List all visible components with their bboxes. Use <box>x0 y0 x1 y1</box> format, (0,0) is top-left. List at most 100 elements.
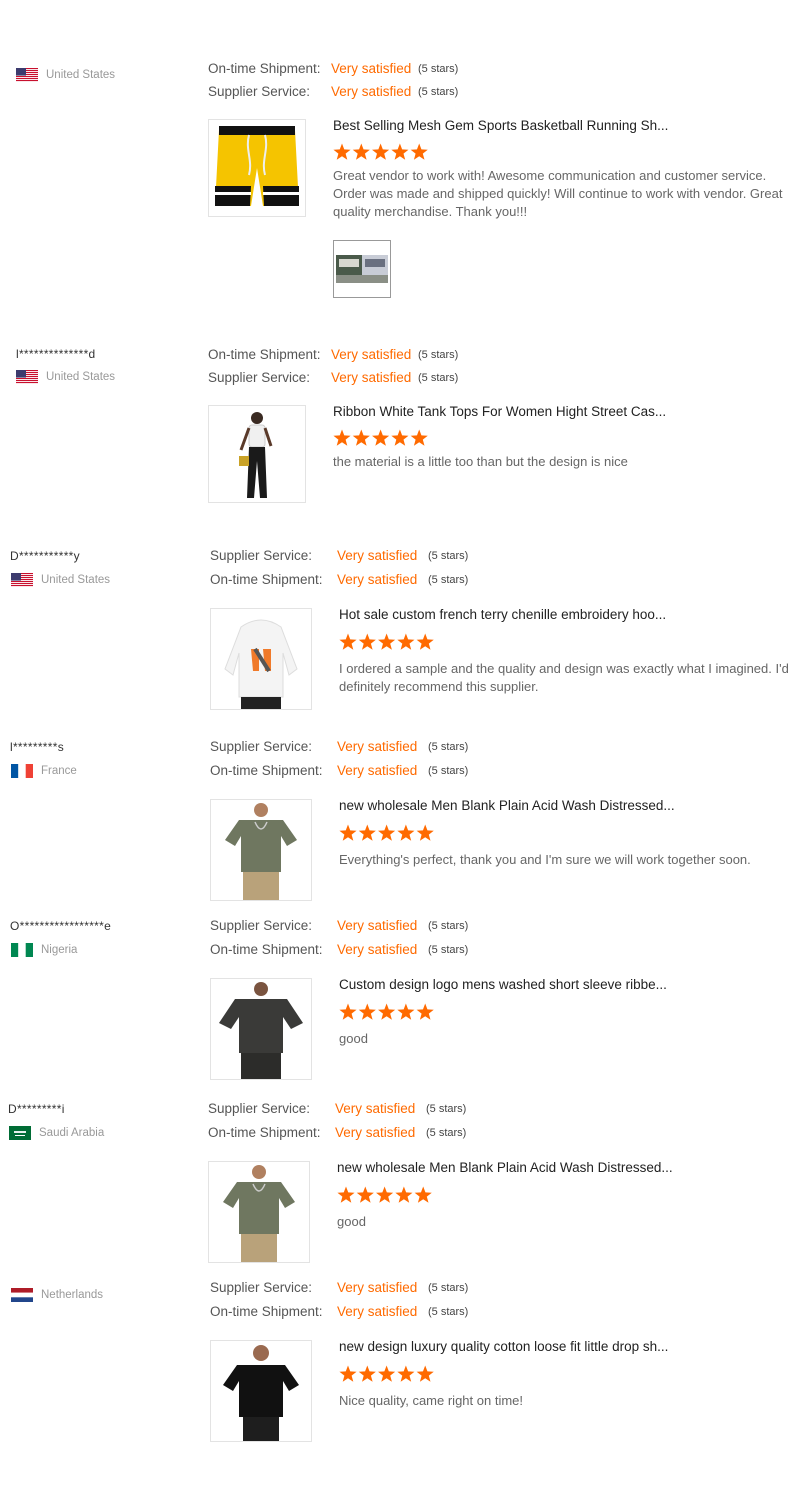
reviewer-name: O*****************e <box>10 919 112 933</box>
product-photo-icon <box>211 1341 311 1441</box>
rating-stars-text: (5 stars) <box>426 1103 467 1115</box>
rating-label: On-time Shipment: <box>210 942 323 957</box>
review-comment: Nice quality, came right on time! <box>339 1393 523 1408</box>
rating-line: Supplier Service: Very satisfied (5 star… <box>208 1101 466 1116</box>
star-icon <box>333 143 351 160</box>
rating-value: Very satisfied <box>337 763 418 778</box>
review-comment: I ordered a sample and the quality and d… <box>339 661 789 694</box>
product-image[interactable] <box>208 119 306 217</box>
rating-value: Very satisfied <box>337 572 418 587</box>
product-title-link[interactable]: Ribbon White Tank Tops For Women Hight S… <box>333 404 666 419</box>
product-image[interactable] <box>210 978 312 1080</box>
star-icon <box>358 1003 376 1020</box>
product-image[interactable] <box>210 608 312 710</box>
rating-value: Very satisfied <box>331 84 412 99</box>
rating-label: Supplier Service: <box>210 548 313 563</box>
review-comment: the material is a little too than but th… <box>333 454 628 469</box>
rating-label: On-time Shipment: <box>208 1125 321 1140</box>
product-title-link[interactable]: Custom design logo mens washed short sle… <box>339 977 667 992</box>
rating-line: Supplier Service: Very satisfied (5 star… <box>210 918 468 933</box>
rating-line: On-time Shipment: Very satisfied (5 star… <box>208 1125 466 1140</box>
rating-stars-text: (5 stars) <box>428 1306 469 1318</box>
star-rating <box>333 143 428 160</box>
rating-stars-text: (5 stars) <box>428 920 469 932</box>
rating-label: Supplier Service: <box>210 918 313 933</box>
star-icon <box>337 1186 355 1203</box>
reviewer-country: United States <box>46 371 116 383</box>
rating-value: Very satisfied <box>337 918 418 933</box>
rating-label: On-time Shipment: <box>210 1304 323 1319</box>
rating-value: Very satisfied <box>331 347 412 362</box>
product-title-link[interactable]: Best Selling Mesh Gem Sports Basketball … <box>333 118 668 133</box>
rating-value: Very satisfied <box>335 1125 416 1140</box>
product-photo-icon <box>211 800 311 900</box>
rating-label: On-time Shipment: <box>210 572 323 587</box>
star-icon <box>339 824 357 841</box>
star-rating <box>339 824 434 841</box>
product-image[interactable] <box>210 1340 312 1442</box>
star-icon <box>397 1365 415 1382</box>
photo-icon <box>334 241 390 297</box>
rating-value: Very satisfied <box>337 942 418 957</box>
rating-value: Very satisfied <box>331 61 412 76</box>
rating-value: Very satisfied <box>331 370 412 385</box>
rating-line: On-time Shipment: Very satisfied (5 star… <box>210 1304 468 1319</box>
star-icon <box>414 1186 432 1203</box>
review-comment: Great vendor to work with! Awesome commu… <box>333 168 783 219</box>
rating-line: On-time Shipment: Very satisfied (5 star… <box>210 572 468 587</box>
rating-label: Supplier Service: <box>208 84 311 99</box>
star-icon <box>397 824 415 841</box>
star-rating <box>333 429 428 446</box>
star-icon <box>416 824 434 841</box>
product-photo-icon <box>209 1162 309 1262</box>
flag-nl-icon <box>11 1288 33 1302</box>
product-title-link[interactable]: new wholesale Men Blank Plain Acid Wash … <box>339 798 675 813</box>
reviewer-country: Netherlands <box>41 1289 104 1301</box>
rating-stars-text: (5 stars) <box>418 349 459 361</box>
star-icon <box>358 1365 376 1382</box>
star-icon <box>416 633 434 650</box>
product-image[interactable] <box>208 405 306 503</box>
rating-label: Supplier Service: <box>210 1280 313 1295</box>
product-image[interactable] <box>208 1161 310 1263</box>
rating-line: On-time Shipment: Very satisfied (5 star… <box>210 763 468 778</box>
star-icon <box>352 143 370 160</box>
rating-stars-text: (5 stars) <box>418 86 459 98</box>
star-icon <box>378 1003 396 1020</box>
rating-stars-text: (5 stars) <box>428 765 469 777</box>
star-icon <box>378 1365 396 1382</box>
reviewer-country: Nigeria <box>41 944 78 956</box>
product-title-link[interactable]: Hot sale custom french terry chenille em… <box>339 607 666 622</box>
star-icon <box>372 429 390 446</box>
product-photo-icon <box>209 120 305 216</box>
reviewer-name: l*********s <box>10 740 64 754</box>
rating-line: Supplier Service: Very satisfied (5 star… <box>208 370 458 385</box>
star-icon <box>391 143 409 160</box>
rating-value: Very satisfied <box>335 1101 416 1116</box>
star-icon <box>397 633 415 650</box>
star-icon <box>410 429 428 446</box>
rating-label: Supplier Service: <box>208 1101 311 1116</box>
rating-label: On-time Shipment: <box>210 763 323 778</box>
reviewer-country: Saudi Arabia <box>39 1127 105 1139</box>
product-photo-icon <box>209 406 305 502</box>
star-icon <box>416 1365 434 1382</box>
star-icon <box>333 429 351 446</box>
review-comment: good <box>337 1214 366 1229</box>
review-photo-thumbnail[interactable] <box>333 240 391 298</box>
product-title-link[interactable]: new design luxury quality cotton loose f… <box>339 1339 668 1354</box>
rating-line: Supplier Service: Very satisfied (5 star… <box>208 84 458 99</box>
star-rating <box>339 1365 434 1382</box>
rating-stars-text: (5 stars) <box>428 741 469 753</box>
product-title-link[interactable]: new wholesale Men Blank Plain Acid Wash … <box>337 1160 673 1175</box>
star-icon <box>378 824 396 841</box>
reviewer-name: D*********i <box>8 1102 65 1116</box>
product-photo-icon <box>211 609 311 709</box>
rating-stars-text: (5 stars) <box>428 550 469 562</box>
product-image[interactable] <box>210 799 312 901</box>
flag-ng-icon <box>11 943 33 957</box>
review-comment: good <box>339 1031 368 1046</box>
star-rating <box>339 633 434 650</box>
product-photo-icon <box>211 979 311 1079</box>
flag-us-icon <box>16 68 38 82</box>
